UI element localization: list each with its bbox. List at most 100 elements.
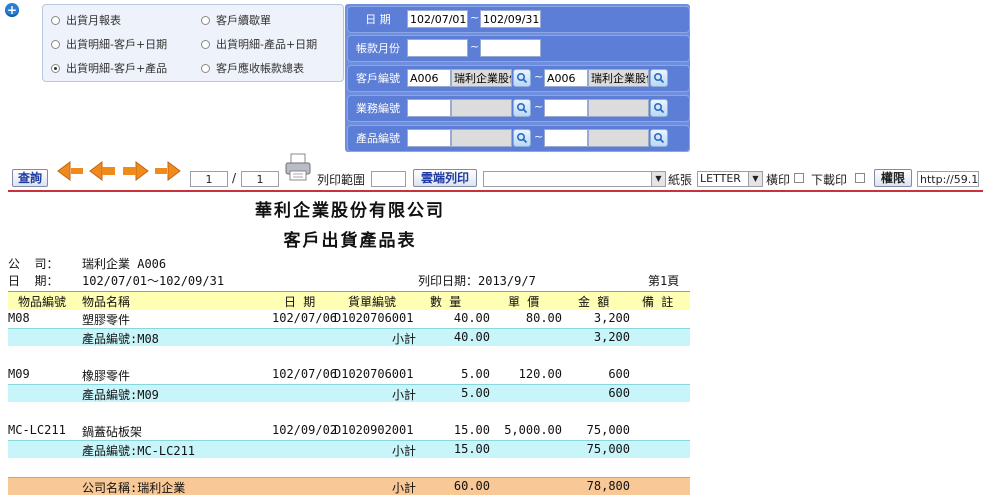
product-to-input[interactable]: [544, 129, 588, 147]
header-price: 單 價: [508, 295, 540, 309]
paper-label: 紙張: [668, 173, 693, 187]
header-date: 日 期: [284, 295, 316, 309]
range-tilde: ~: [470, 11, 480, 24]
table-row: M09 橡膠零件 102/07/06 D1020706001 5.00 120.…: [8, 366, 690, 383]
landscape-label: 橫印: [766, 173, 791, 187]
report-toolbar: 查詢 1 / 1 列印範圍 雲端列印 ▼ 紙張 LETTER ▼ 橫印 下載印 …: [0, 153, 983, 190]
print-date: 列印日期：2013/9/7: [418, 274, 536, 288]
criteria-row-salesperson: 業務編號 ~: [347, 95, 690, 122]
add-icon[interactable]: +: [5, 3, 19, 17]
table-row: MC-LC211 鍋蓋砧板架 102/09/02 D1020902001 15.…: [8, 422, 690, 439]
range-tilde: ~: [470, 40, 480, 53]
header-amount: 金 額: [578, 295, 610, 309]
report-type-option[interactable]: 客戶續歇單: [201, 12, 271, 28]
download-print-label: 下載印: [811, 173, 848, 187]
product-to-search-icon[interactable]: [650, 129, 668, 147]
subtotal-text: 小計: [392, 444, 417, 458]
product-from-search-icon[interactable]: [513, 129, 531, 147]
criteria-row-date: 日 期 102/07/01 ~ 102/09/31: [347, 6, 690, 33]
date-to-input[interactable]: 102/09/31: [480, 10, 541, 28]
doc-no: D1020706001: [334, 311, 414, 325]
doc-no: D1020706001: [334, 367, 414, 381]
date-from-input[interactable]: 102/07/01: [407, 10, 468, 28]
total-row: 公司名稱:瑞利企業 小計 60.00 78,800: [8, 477, 690, 495]
report-type-option[interactable]: 出貨明細-客戶+產品: [51, 60, 167, 76]
print-range-label: 列印範圍: [317, 173, 366, 187]
salesperson-from-search-icon[interactable]: [513, 99, 531, 117]
permission-button[interactable]: 權限: [874, 169, 912, 187]
prev-page-icon[interactable]: [88, 160, 118, 185]
report-header-row: 物品編號 物品名稱 日 期 貨單編號 數 量 單 價 金 額 備 註: [8, 291, 690, 310]
criteria-panel: 日 期 102/07/01 ~ 102/09/31 帳款月份 ~ 客戶編號 A0…: [345, 4, 690, 152]
criteria-label: 產品編號: [356, 132, 400, 145]
download-print-checkbox[interactable]: [855, 173, 865, 183]
item-name: 塑膠零件: [82, 313, 131, 327]
item-name: 橡膠零件: [82, 369, 131, 383]
criteria-row-product: 產品編號 ~: [347, 125, 690, 152]
customer-from-code-input[interactable]: A006: [407, 69, 451, 87]
qty: 5.00: [461, 367, 490, 381]
product-to-name-field: [588, 129, 649, 147]
paper-select[interactable]: LETTER ▼: [697, 171, 763, 187]
ship-date: 102/07/06: [272, 367, 338, 381]
report-type-option[interactable]: 客戶應收帳款總表: [201, 60, 304, 76]
header-doc-no: 貨單編號: [348, 295, 397, 309]
chevron-down-icon[interactable]: ▼: [748, 172, 762, 186]
account-month-to-input[interactable]: [480, 39, 541, 57]
report-type-option[interactable]: 出貨月報表: [51, 12, 121, 28]
url-input[interactable]: http://59.125: [917, 171, 979, 187]
cloud-print-button[interactable]: 雲端列印: [413, 169, 477, 187]
criteria-row-account-month: 帳款月份 ~: [347, 35, 690, 62]
report-type-option[interactable]: 出貨明細-產品+日期: [201, 36, 317, 52]
radio-icon[interactable]: [51, 15, 60, 25]
account-month-from-input[interactable]: [407, 39, 468, 57]
ship-date: 102/07/06: [272, 311, 338, 325]
first-page-icon[interactable]: [56, 160, 86, 185]
salesperson-to-search-icon[interactable]: [650, 99, 668, 117]
next-page-icon[interactable]: [120, 160, 150, 185]
customer-to-code-input[interactable]: A006: [544, 69, 588, 87]
customer-from-search-icon[interactable]: [513, 69, 531, 87]
radio-icon[interactable]: [201, 39, 210, 49]
criteria-label: 業務編號: [356, 102, 400, 115]
printer-icon[interactable]: [284, 153, 312, 186]
company-line-value: 瑞利企業 A006: [82, 257, 167, 271]
paper-select-value: LETTER: [700, 172, 741, 185]
divider: [8, 190, 983, 192]
radio-icon[interactable]: [201, 63, 210, 73]
criteria-row-customer: 客戶編號 A006 瑞利企業股份 ~ A006 瑞利企業股份: [347, 65, 690, 92]
total-amount: 78,800: [586, 479, 630, 493]
amount: 75,000: [586, 442, 630, 456]
last-page-icon[interactable]: [152, 160, 182, 185]
radio-icon[interactable]: [201, 15, 210, 25]
print-range-input[interactable]: [371, 171, 406, 187]
report-type-option[interactable]: 出貨明細-客戶+日期: [51, 36, 167, 52]
report-type-panel: 出貨月報表 客戶續歇單 出貨明細-客戶+日期 出貨明細-產品+日期 出貨明細-客…: [42, 4, 344, 82]
radio-icon[interactable]: [51, 63, 60, 73]
price: 5,000.00: [504, 423, 562, 437]
customer-to-search-icon[interactable]: [650, 69, 668, 87]
radio-icon[interactable]: [51, 39, 60, 49]
current-page-input[interactable]: 1: [190, 171, 228, 187]
customer-from-name-field: 瑞利企業股份: [451, 69, 512, 87]
chevron-down-icon[interactable]: ▼: [651, 172, 665, 186]
product-from-input[interactable]: [407, 129, 451, 147]
criteria-label: 帳款月份: [356, 42, 400, 55]
item-no: M08: [8, 311, 30, 325]
subtotal-label: 產品編號:M08: [82, 332, 159, 346]
total-label: 公司名稱:瑞利企業: [82, 481, 186, 495]
page-number: 第1頁: [648, 274, 680, 288]
landscape-checkbox[interactable]: [794, 173, 804, 183]
range-tilde: ~: [534, 130, 544, 143]
subtotal-label: 產品編號:M09: [82, 388, 159, 402]
salesperson-from-input[interactable]: [407, 99, 451, 117]
range-tilde: ~: [534, 100, 544, 113]
salesperson-to-input[interactable]: [544, 99, 588, 117]
report-type-label: 客戶續歇單: [216, 14, 271, 27]
printer-select[interactable]: ▼: [483, 171, 666, 187]
header-qty: 數 量: [430, 295, 462, 309]
query-button[interactable]: 查詢: [12, 169, 48, 187]
ship-date: 102/09/02: [272, 423, 338, 437]
subtotal-text: 小計: [392, 332, 417, 346]
amount: 600: [608, 386, 630, 400]
